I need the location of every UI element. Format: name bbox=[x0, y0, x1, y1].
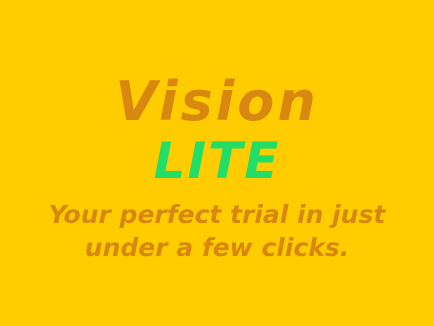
tagline: Your perfect trial in just under a few c… bbox=[48, 200, 386, 262]
splash-screen: Vision LITE Your perfect trial in just u… bbox=[0, 0, 434, 326]
brand-edition: LITE bbox=[153, 132, 281, 190]
brand-name: Vision bbox=[115, 70, 319, 133]
